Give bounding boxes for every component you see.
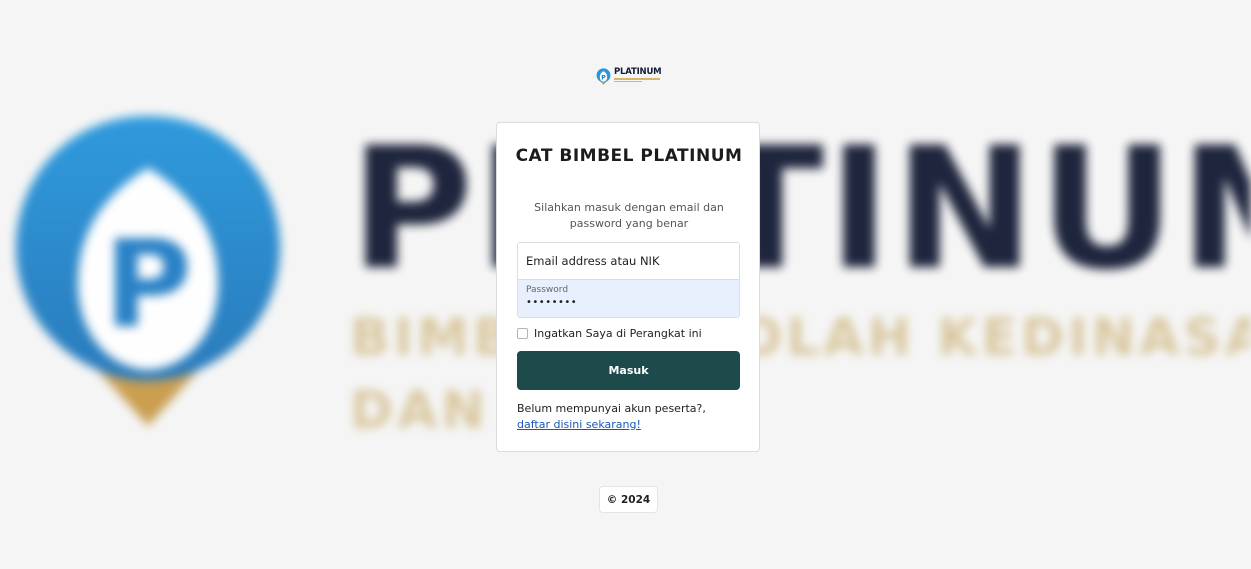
login-title: CAT BIMBEL PLATINUM [515,146,743,166]
platinum-emblem-icon: P [596,68,611,85]
login-subtitle: Silahkan masuk dengan email dan password… [534,201,724,230]
copyright-badge: © 2024 [599,486,658,513]
password-field[interactable]: Password •••••••• [518,280,739,317]
password-value: •••••••• [526,297,578,308]
header-logo: P PLATINUM [596,67,664,88]
emblem-letter: P [104,216,192,355]
email-field[interactable]: Email address atau NIK [518,243,739,280]
register-link[interactable]: daftar disini sekarang! [517,418,641,431]
login-button[interactable]: Masuk [517,351,740,390]
email-placeholder: Email address atau NIK [526,254,660,268]
register-prompt: Belum mempunyai akun peserta?, daftar di… [517,401,742,433]
register-prompt-text: Belum mempunyai akun peserta?, [517,402,706,415]
background-tagline-line1: BIMBEL SEKOLAH KEDINASAN [350,308,1251,368]
remember-me-checkbox[interactable] [517,327,528,339]
header-logo-title: PLATINUM [614,67,662,77]
background-logo-word: PLATINUM [350,111,1251,307]
remember-me-label[interactable]: Ingatkan Saya di Perangkat ini [534,327,702,340]
svg-text:P: P [601,74,606,81]
credentials-group: Email address atau NIK Password •••••••• [517,242,740,318]
login-card: CAT BIMBEL PLATINUM Silahkan masuk denga… [496,122,760,452]
platinum-emblem-icon: P [16,116,280,426]
remember-me-row: Ingatkan Saya di Perangkat ini [517,326,702,340]
password-label: Password [526,285,569,295]
